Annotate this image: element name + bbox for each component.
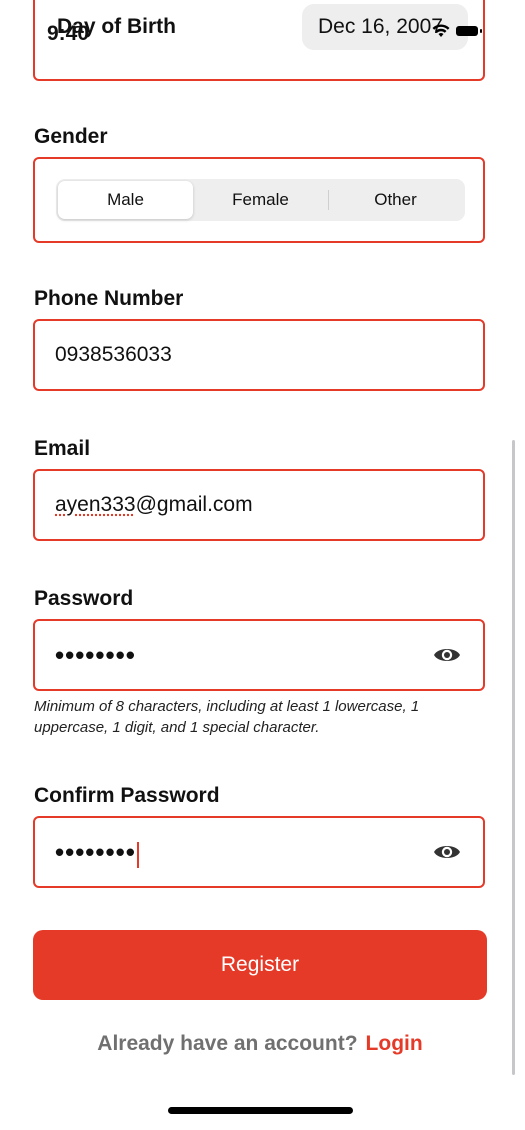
phone-input-value: 0938536033 [55, 343, 172, 366]
confirm-password-input: •••••••• [55, 818, 139, 886]
gender-segmented-control: Male Female Other [56, 179, 465, 221]
scrollbar[interactable] [512, 440, 515, 1075]
gender-option-female[interactable]: Female [193, 181, 328, 219]
status-icons [432, 24, 482, 38]
phone-label: Phone Number [34, 287, 184, 310]
confirm-password-label: Confirm Password [34, 784, 220, 807]
password-masked-value: •••••••• [55, 640, 136, 670]
phone-field[interactable]: 0938536033 [33, 319, 485, 391]
login-prompt: Already have an account? Login [0, 1032, 520, 1056]
login-prompt-text: Already have an account? [97, 1032, 358, 1055]
password-label: Password [34, 587, 134, 610]
email-input-value: ayen333@gmail.com [55, 471, 253, 539]
dob-field: Day of Birth Dec 16, 2007 [33, 0, 485, 81]
home-indicator[interactable] [168, 1107, 353, 1114]
password-hint: Minimum of 8 characters, including at le… [34, 698, 420, 736]
status-time: 9:40 [47, 22, 90, 45]
gender-option-male[interactable]: Male [58, 181, 193, 219]
eye-icon[interactable] [433, 841, 461, 863]
login-link[interactable]: Login [366, 1032, 423, 1055]
email-field[interactable]: ayen333@gmail.com [33, 469, 485, 541]
register-button[interactable]: Register [33, 930, 487, 1000]
confirm-password-masked-value: •••••••• [55, 837, 136, 867]
email-misspelled-part: ayen333 [55, 493, 136, 516]
email-domain-part: @gmail.com [135, 493, 253, 516]
confirm-password-field[interactable]: •••••••• [33, 816, 485, 888]
eye-icon[interactable] [433, 644, 461, 666]
battery-icon [456, 26, 482, 36]
text-caret [136, 842, 139, 869]
password-field[interactable]: •••••••• [33, 619, 485, 691]
gender-option-other[interactable]: Other [328, 181, 463, 219]
wifi-icon [432, 24, 450, 37]
gender-label: Gender [34, 125, 108, 148]
gender-field: Male Female Other [33, 157, 485, 243]
email-label: Email [34, 437, 91, 460]
